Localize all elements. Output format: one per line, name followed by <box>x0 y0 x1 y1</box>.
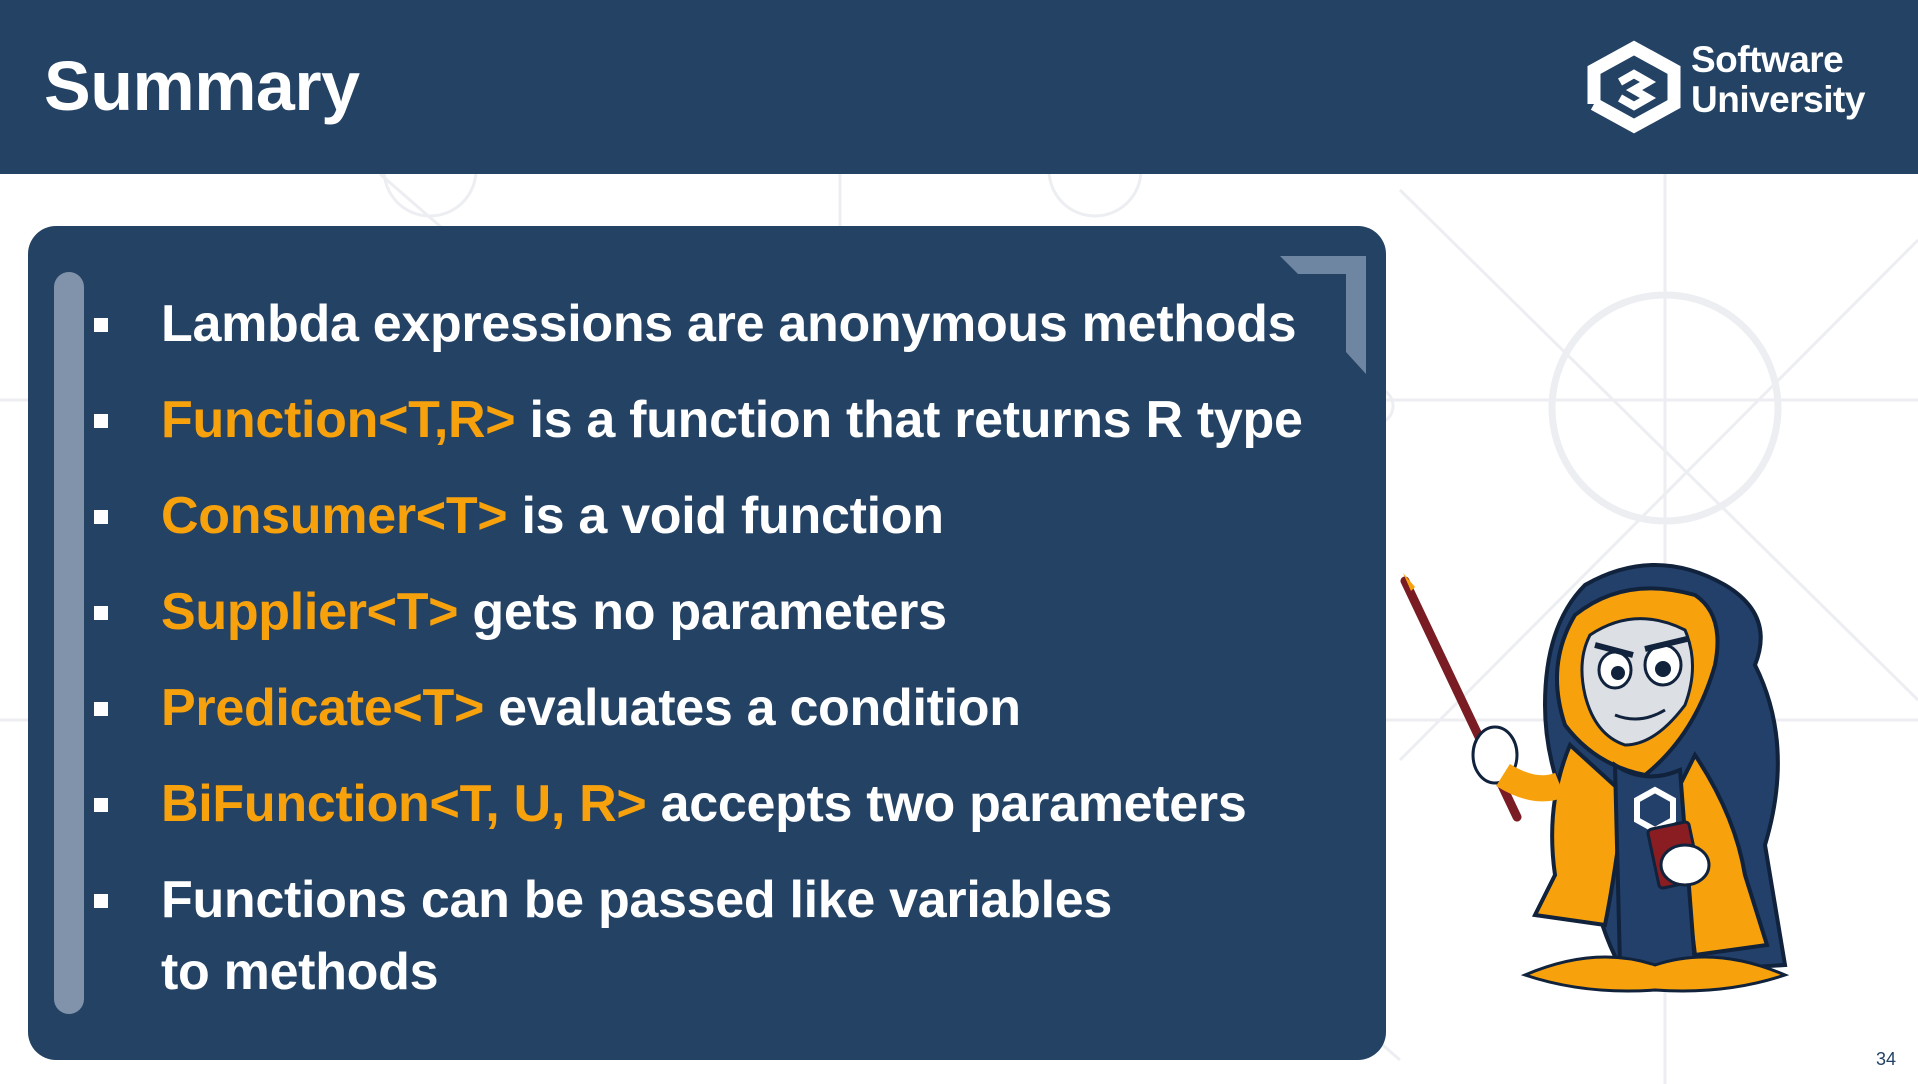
bullet-text: Supplier<T> gets no parameters <box>161 576 947 648</box>
bullet-body: Functions can be passed like variables <box>161 871 1112 929</box>
wizard-mascot-icon <box>1400 563 1790 993</box>
square-bullet-icon <box>94 606 108 620</box>
square-bullet-icon <box>94 702 108 716</box>
slide-title: Summary <box>44 47 360 125</box>
bullet-text: Consumer<T> is a void function <box>161 480 944 552</box>
bullet-highlight: Supplier<T> <box>161 583 459 641</box>
bullet-body: gets no parameters <box>458 583 947 641</box>
panel-corner-decoration <box>1280 256 1366 374</box>
bullet-highlight: Consumer<T> <box>161 487 508 545</box>
page-number: 34 <box>1875 1049 1896 1069</box>
bullet-text: Predicate<T> evaluates a condition <box>161 672 1021 744</box>
summary-panel: Lambda expressions are anonymous methods… <box>28 226 1386 1060</box>
bullet-body: is a void function <box>507 487 944 545</box>
bullet-body: accepts two parameters <box>646 775 1247 833</box>
softuni-logo-icon <box>1587 40 1681 134</box>
bullet-text: BiFunction<T, U, R> accepts two paramete… <box>161 768 1247 840</box>
panel-accent-bar <box>54 272 84 1014</box>
bullet-body: evaluates a condition <box>484 679 1021 737</box>
bullet-text: Lambda expressions are anonymous methods <box>161 288 1297 360</box>
bullet-highlight: Predicate<T> <box>161 679 485 737</box>
bullet-highlight: Function<T,R> <box>161 391 516 449</box>
bullet-body: Lambda expressions are anonymous methods <box>161 295 1297 353</box>
logo-text-line1: Software <box>1691 39 1844 80</box>
slide-header: Summary Software University <box>0 0 1918 174</box>
bullet-body: is a function that returns R type <box>515 391 1303 449</box>
square-bullet-icon <box>94 510 108 524</box>
square-bullet-icon <box>94 894 108 908</box>
bullet-highlight: BiFunction<T, U, R> <box>161 775 647 833</box>
logo-text-line2: University <box>1691 79 1865 120</box>
bullet-text: Functions can be passed like variables t… <box>161 864 1112 1008</box>
bullet-body-continuation: to methods <box>161 943 439 1001</box>
logo-text: Software University <box>1691 40 1865 120</box>
square-bullet-icon <box>94 414 108 428</box>
square-bullet-icon <box>94 798 108 812</box>
bullet-text: Function<T,R> is a function that returns… <box>161 384 1303 456</box>
square-bullet-icon <box>94 318 108 332</box>
softuni-logo: Software University <box>1580 40 1880 136</box>
